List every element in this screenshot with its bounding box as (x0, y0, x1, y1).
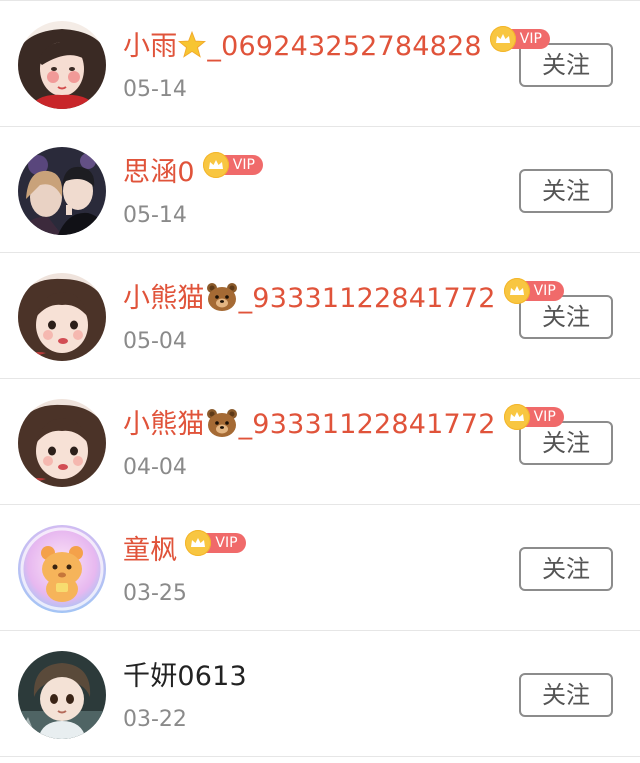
avatar[interactable] (18, 21, 106, 109)
avatar-image (18, 399, 106, 487)
name-line: 小熊猫 _93331122841772 VIP (123, 278, 564, 319)
follow-date: 05-04 (123, 329, 187, 354)
user-name-suffix[interactable]: _93331122841772 (239, 279, 496, 319)
avatar[interactable] (18, 399, 106, 487)
follow-date: 03-22 (123, 707, 187, 732)
star-emoji-icon (178, 30, 207, 63)
name-line: 小雨 _069243252784828 VIP (123, 26, 550, 67)
follow-button[interactable]: 关注 (519, 295, 613, 339)
name-line: 小熊猫 _93331122841772 VIP (123, 404, 564, 445)
user-name[interactable]: 小雨 (123, 27, 177, 67)
follow-button[interactable]: 关注 (519, 673, 613, 717)
bear-emoji-icon (206, 282, 238, 316)
user-name-suffix[interactable]: _069243252784828 (207, 27, 481, 67)
user-name[interactable]: 千妍0613 (123, 657, 247, 697)
list-item[interactable]: 小熊猫 _93331122841772 VIP 04-04 关注 (0, 379, 640, 505)
crown-icon (503, 404, 530, 430)
user-name[interactable]: 小熊猫 (123, 405, 205, 445)
crown-icon (503, 278, 530, 304)
avatar-image (18, 147, 106, 235)
list-item[interactable]: 千妍0613 03-22 关注 (0, 631, 640, 757)
vip-badge: VIP (503, 278, 564, 304)
crown-icon (489, 26, 516, 52)
follow-date: 05-14 (123, 77, 187, 102)
avatar[interactable] (18, 525, 106, 613)
follow-button[interactable]: 关注 (519, 421, 613, 465)
follow-button[interactable]: 关注 (519, 43, 613, 87)
name-line: 千妍0613 (123, 657, 247, 697)
vip-badge: VIP (185, 530, 246, 556)
user-name[interactable]: 思涵0 (123, 153, 195, 193)
list-item[interactable]: 小熊猫 _93331122841772 VIP 05-04 关注 (0, 253, 640, 379)
crown-icon (202, 152, 229, 178)
vip-badge: VIP (202, 152, 263, 178)
list-item[interactable]: 小雨 _069243252784828 VIP 05-14 关注 (0, 1, 640, 127)
list-item[interactable]: 思涵0 VIP 05-14 关注 (0, 127, 640, 253)
avatar-image (18, 651, 106, 739)
follow-button[interactable]: 关注 (519, 547, 613, 591)
list-item[interactable]: 童枫 VIP 03-25 关注 (0, 505, 640, 631)
vip-badge: VIP (503, 404, 564, 430)
follow-date: 05-14 (123, 203, 187, 228)
follower-list: 小雨 _069243252784828 VIP 05-14 关注 思涵0 VIP… (0, 0, 640, 763)
user-name-suffix[interactable]: _93331122841772 (239, 405, 496, 445)
avatar[interactable] (18, 651, 106, 739)
avatar-image (18, 525, 106, 613)
name-line: 童枫 VIP (123, 530, 246, 571)
user-name[interactable]: 童枫 (123, 531, 177, 571)
follow-date: 04-04 (123, 455, 187, 480)
avatar-image (18, 273, 106, 361)
bear-emoji-icon (206, 408, 238, 442)
follow-date: 03-25 (123, 581, 187, 606)
avatar[interactable] (18, 273, 106, 361)
follow-button[interactable]: 关注 (519, 169, 613, 213)
avatar-image (18, 21, 106, 109)
avatar[interactable] (18, 147, 106, 235)
name-line: 思涵0 VIP (123, 152, 263, 193)
user-name[interactable]: 小熊猫 (123, 279, 205, 319)
vip-badge: VIP (489, 26, 550, 52)
